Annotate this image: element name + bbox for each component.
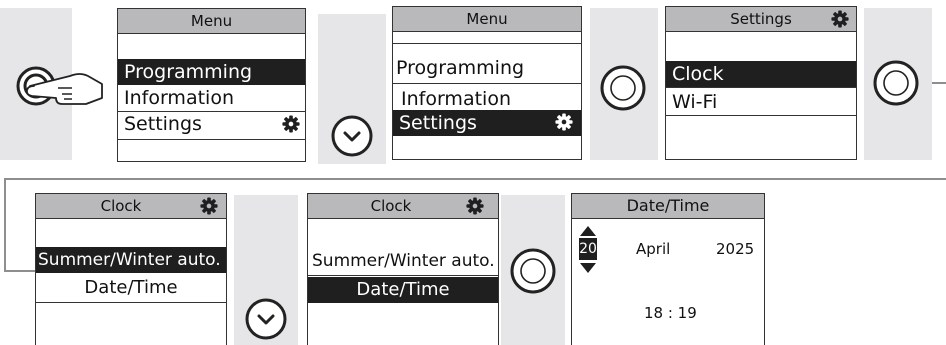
menu-item-wifi[interactable]: Wi-Fi	[666, 89, 856, 115]
menu-item-date-time[interactable]: Date/Time	[308, 277, 498, 303]
menu-item-date-time[interactable]: Date/Time	[36, 275, 226, 301]
chevron-down-button-icon[interactable]	[244, 297, 288, 341]
screen-title: Settings	[666, 7, 856, 32]
clock-screen-1: Clock Summer/Winter auto. Date/Time	[35, 193, 227, 345]
divider	[36, 302, 226, 303]
divider	[393, 83, 581, 84]
flow-connector	[4, 178, 6, 272]
menu-item-settings[interactable]: Settings	[393, 110, 581, 136]
gear-icon	[282, 115, 300, 133]
gear-icon	[200, 197, 218, 215]
settings-screen: Settings Clock Wi-Fi	[665, 6, 857, 160]
menu-item-information[interactable]: Information	[118, 85, 305, 111]
time-field[interactable]: 18 : 19	[644, 302, 697, 324]
menu-item-summer-winter[interactable]: Summer/Winter auto.	[36, 247, 226, 273]
menu-screen-1: Menu Programming Information Settings	[117, 8, 306, 162]
menu-item-settings[interactable]: Settings	[118, 111, 305, 137]
flow-connector	[4, 270, 36, 272]
menu-item-information[interactable]: Information	[393, 86, 581, 112]
screen-title: Clock	[36, 194, 226, 219]
screen-title: Date/Time	[572, 194, 764, 219]
divider	[393, 43, 581, 44]
menu-item-clock[interactable]: Clock	[666, 61, 856, 87]
arrow-down-icon[interactable]	[579, 262, 597, 274]
gear-icon	[466, 197, 484, 215]
gear-icon	[831, 10, 849, 28]
ok-ring-button-icon[interactable]	[599, 64, 647, 112]
divider	[118, 139, 305, 140]
divider	[666, 115, 856, 116]
year-field[interactable]: 2025	[716, 238, 754, 260]
gear-icon	[555, 113, 573, 131]
screen-title: Menu	[393, 7, 581, 32]
day-field[interactable]: 20	[579, 238, 597, 260]
hand-press-button-icon[interactable]	[10, 58, 110, 114]
flow-connector	[4, 178, 946, 180]
date-time-screen: Date/Time 20 April 2025 18 : 19	[571, 193, 765, 345]
ok-ring-button-icon[interactable]	[509, 247, 557, 295]
flow-connector	[932, 82, 946, 84]
arrow-up-icon[interactable]	[579, 225, 597, 237]
divider	[666, 87, 856, 88]
screen-title: Menu	[118, 9, 305, 34]
ok-ring-button-icon[interactable]	[872, 59, 920, 107]
clock-screen-2: Clock Summer/Winter auto. Date/Time	[307, 193, 499, 345]
menu-screen-2: Menu Programming Information Settings	[392, 6, 582, 160]
menu-item-summer-winter[interactable]: Summer/Winter auto.	[308, 248, 498, 274]
menu-item-programming[interactable]: Programming	[118, 59, 305, 85]
chevron-down-button-icon[interactable]	[330, 114, 374, 158]
menu-item-programming[interactable]: Programming	[393, 55, 581, 81]
divider	[308, 275, 498, 276]
month-field[interactable]: April	[636, 238, 670, 260]
